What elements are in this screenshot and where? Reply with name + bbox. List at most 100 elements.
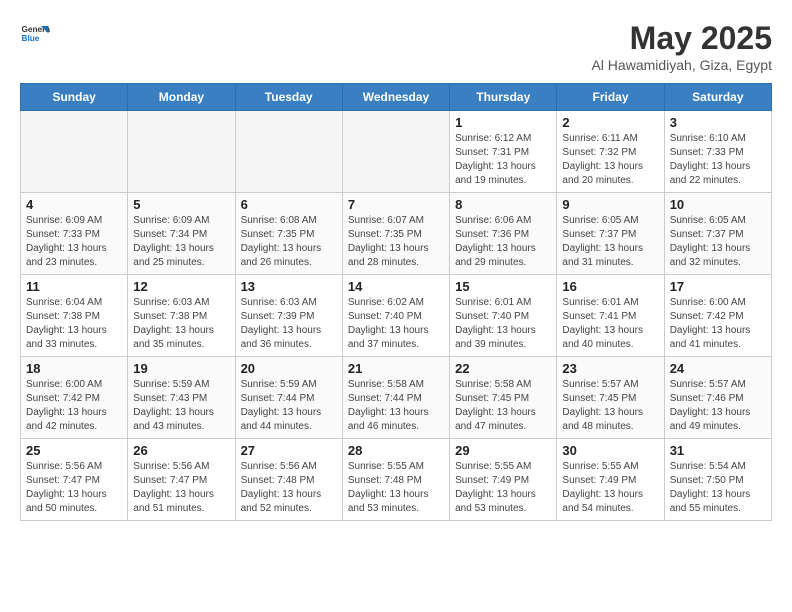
day-info: Sunrise: 5:56 AMSunset: 7:48 PMDaylight:… [241,460,337,516]
weekday-header-friday: Friday [557,84,664,111]
calendar-cell: 5 Sunrise: 6:09 AMSunset: 7:34 PMDaylight… [128,193,235,275]
day-number: 21 [348,361,444,376]
day-number: 9 [562,197,658,212]
calendar-cell: 16 Sunrise: 6:01 AMSunset: 7:41 PMDayligh… [557,275,664,357]
week-row-3: 11 Sunrise: 6:04 AMSunset: 7:38 PMDayligh… [21,275,772,357]
svg-text:Blue: Blue [22,34,40,43]
day-info: Sunrise: 5:58 AMSunset: 7:45 PMDaylight:… [455,378,551,434]
day-info: Sunrise: 5:56 AMSunset: 7:47 PMDaylight:… [26,460,122,516]
day-info: Sunrise: 5:58 AMSunset: 7:44 PMDaylight:… [348,378,444,434]
day-number: 11 [26,279,122,294]
day-number: 12 [133,279,229,294]
day-number: 28 [348,443,444,458]
day-number: 26 [133,443,229,458]
day-info: Sunrise: 6:07 AMSunset: 7:35 PMDaylight:… [348,214,444,270]
calendar-cell: 7 Sunrise: 6:07 AMSunset: 7:35 PMDaylight… [342,193,449,275]
day-number: 4 [26,197,122,212]
week-row-1: 1Sunrise: 6:12 AMSunset: 7:31 PMDaylight… [21,111,772,193]
day-info: Sunrise: 6:04 AMSunset: 7:38 PMDaylight:… [26,296,122,352]
day-info: Sunrise: 5:59 AMSunset: 7:44 PMDaylight:… [241,378,337,434]
day-number: 30 [562,443,658,458]
weekday-row: SundayMondayTuesdayWednesdayThursdayFrid… [21,84,772,111]
calendar-cell: 13 Sunrise: 6:03 AMSunset: 7:39 PMDayligh… [235,275,342,357]
day-number: 22 [455,361,551,376]
calendar-cell: 2Sunrise: 6:11 AMSunset: 7:32 PMDaylight… [557,111,664,193]
calendar-cell: 20 Sunrise: 5:59 AMSunset: 7:44 PMDayligh… [235,357,342,439]
day-info: Sunrise: 6:10 AMSunset: 7:33 PMDaylight:… [670,132,766,188]
calendar-cell [235,111,342,193]
logo: General Blue [20,20,50,50]
day-info: Sunrise: 6:01 AMSunset: 7:41 PMDaylight:… [562,296,658,352]
calendar-header: SundayMondayTuesdayWednesdayThursdayFrid… [21,84,772,111]
day-info: Sunrise: 6:03 AMSunset: 7:39 PMDaylight:… [241,296,337,352]
calendar-cell: 28Sunrise: 5:55 AMSunset: 7:48 PMDayligh… [342,439,449,521]
calendar-cell: 3 Sunrise: 6:10 AMSunset: 7:33 PMDaylight… [664,111,771,193]
calendar-body: 1Sunrise: 6:12 AMSunset: 7:31 PMDaylight… [21,111,772,521]
calendar-cell: 6Sunrise: 6:08 AMSunset: 7:35 PMDaylight… [235,193,342,275]
day-info: Sunrise: 6:08 AMSunset: 7:35 PMDaylight:… [241,214,337,270]
day-info: Sunrise: 6:02 AMSunset: 7:40 PMDaylight:… [348,296,444,352]
day-number: 19 [133,361,229,376]
weekday-header-wednesday: Wednesday [342,84,449,111]
day-number: 7 [348,197,444,212]
calendar-cell: 24 Sunrise: 5:57 AMSunset: 7:46 PMDayligh… [664,357,771,439]
day-info: Sunrise: 6:06 AMSunset: 7:36 PMDaylight:… [455,214,551,270]
page-header: General Blue May 2025 Al Hawamidiyah, Gi… [20,20,772,73]
day-number: 2 [562,115,658,130]
day-number: 5 [133,197,229,212]
day-info: Sunrise: 5:56 AMSunset: 7:47 PMDaylight:… [133,460,229,516]
day-number: 3 [670,115,766,130]
week-row-5: 25Sunrise: 5:56 AMSunset: 7:47 PMDayligh… [21,439,772,521]
day-number: 15 [455,279,551,294]
day-number: 10 [670,197,766,212]
calendar-cell: 18Sunrise: 6:00 AMSunset: 7:42 PMDayligh… [21,357,128,439]
calendar-cell: 22 Sunrise: 5:58 AMSunset: 7:45 PMDayligh… [450,357,557,439]
day-info: Sunrise: 6:01 AMSunset: 7:40 PMDaylight:… [455,296,551,352]
day-info: Sunrise: 5:59 AMSunset: 7:43 PMDaylight:… [133,378,229,434]
day-number: 31 [670,443,766,458]
day-number: 13 [241,279,337,294]
calendar-cell [128,111,235,193]
weekday-header-thursday: Thursday [450,84,557,111]
day-number: 20 [241,361,337,376]
day-info: Sunrise: 6:03 AMSunset: 7:38 PMDaylight:… [133,296,229,352]
day-info: Sunrise: 6:09 AMSunset: 7:34 PMDaylight:… [133,214,229,270]
calendar-cell: 17 Sunrise: 6:00 AMSunset: 7:42 PMDayligh… [664,275,771,357]
calendar-cell: 31Sunrise: 5:54 AMSunset: 7:50 PMDayligh… [664,439,771,521]
calendar-cell: 10 Sunrise: 6:05 AMSunset: 7:37 PMDayligh… [664,193,771,275]
calendar-cell: 15 Sunrise: 6:01 AMSunset: 7:40 PMDayligh… [450,275,557,357]
day-info: Sunrise: 5:57 AMSunset: 7:46 PMDaylight:… [670,378,766,434]
day-info: Sunrise: 5:55 AMSunset: 7:49 PMDaylight:… [455,460,551,516]
weekday-header-tuesday: Tuesday [235,84,342,111]
calendar-cell: 23Sunrise: 5:57 AMSunset: 7:45 PMDayligh… [557,357,664,439]
day-info: Sunrise: 6:00 AMSunset: 7:42 PMDaylight:… [670,296,766,352]
calendar-cell: 27Sunrise: 5:56 AMSunset: 7:48 PMDayligh… [235,439,342,521]
month-title: May 2025 [591,20,772,57]
location: Al Hawamidiyah, Giza, Egypt [591,57,772,73]
calendar-cell: 21 Sunrise: 5:58 AMSunset: 7:44 PMDayligh… [342,357,449,439]
calendar-cell: 19 Sunrise: 5:59 AMSunset: 7:43 PMDayligh… [128,357,235,439]
calendar-cell: 25Sunrise: 5:56 AMSunset: 7:47 PMDayligh… [21,439,128,521]
week-row-4: 18Sunrise: 6:00 AMSunset: 7:42 PMDayligh… [21,357,772,439]
day-info: Sunrise: 6:05 AMSunset: 7:37 PMDaylight:… [562,214,658,270]
weekday-header-saturday: Saturday [664,84,771,111]
calendar-cell [21,111,128,193]
title-block: May 2025 Al Hawamidiyah, Giza, Egypt [591,20,772,73]
day-info: Sunrise: 5:57 AMSunset: 7:45 PMDaylight:… [562,378,658,434]
day-number: 16 [562,279,658,294]
day-number: 17 [670,279,766,294]
logo-icon: General Blue [20,20,50,50]
calendar-cell: 4Sunrise: 6:09 AMSunset: 7:33 PMDaylight… [21,193,128,275]
calendar-cell: 30Sunrise: 5:55 AMSunset: 7:49 PMDayligh… [557,439,664,521]
calendar-cell: 26 Sunrise: 5:56 AMSunset: 7:47 PMDayligh… [128,439,235,521]
calendar-cell [342,111,449,193]
calendar-cell: 8Sunrise: 6:06 AMSunset: 7:36 PMDaylight… [450,193,557,275]
calendar-table: SundayMondayTuesdayWednesdayThursdayFrid… [20,83,772,521]
day-info: Sunrise: 6:00 AMSunset: 7:42 PMDaylight:… [26,378,122,434]
weekday-header-sunday: Sunday [21,84,128,111]
week-row-2: 4Sunrise: 6:09 AMSunset: 7:33 PMDaylight… [21,193,772,275]
day-number: 24 [670,361,766,376]
weekday-header-monday: Monday [128,84,235,111]
day-info: Sunrise: 6:05 AMSunset: 7:37 PMDaylight:… [670,214,766,270]
calendar-cell: 1Sunrise: 6:12 AMSunset: 7:31 PMDaylight… [450,111,557,193]
